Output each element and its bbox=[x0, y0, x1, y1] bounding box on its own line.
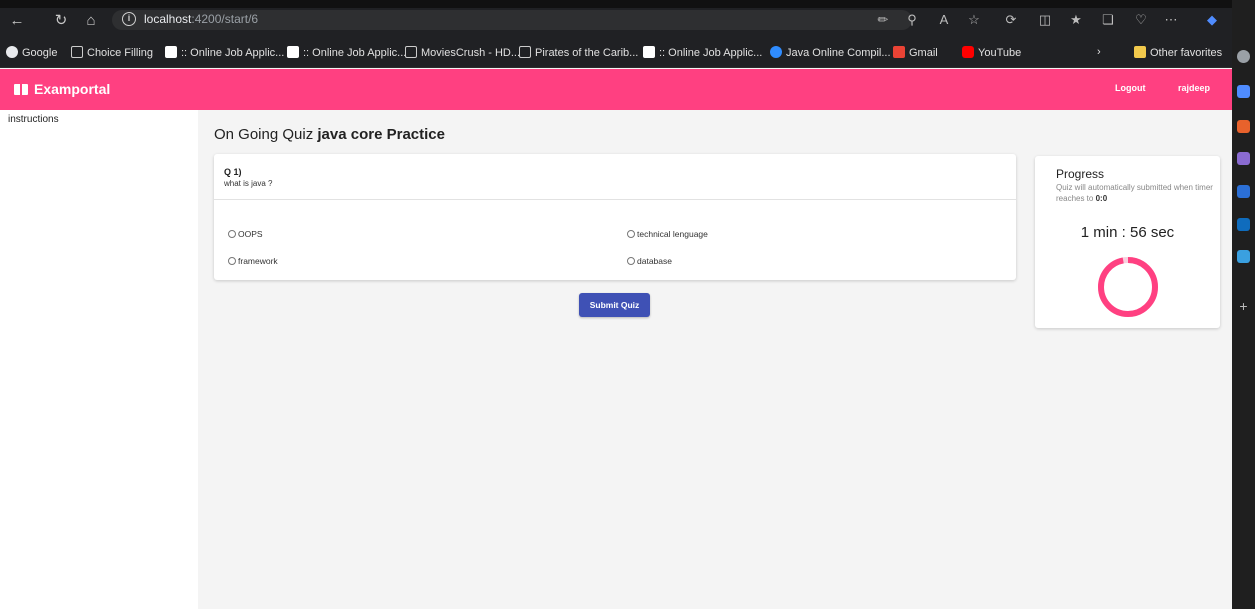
book-icon bbox=[14, 84, 28, 95]
tab-strip bbox=[0, 0, 1232, 8]
java-icon bbox=[770, 46, 782, 58]
question-card: Q 1) what is java ? OOPS technical lengu… bbox=[214, 154, 1016, 280]
radio-icon[interactable] bbox=[228, 257, 236, 265]
read-aloud-icon[interactable]: A bbox=[935, 11, 953, 29]
radio-icon[interactable] bbox=[228, 230, 236, 238]
option-2[interactable]: technical lenguage bbox=[627, 229, 708, 239]
radio-icon[interactable] bbox=[627, 257, 635, 265]
option-4[interactable]: database bbox=[627, 256, 672, 266]
outlook-icon[interactable] bbox=[1237, 218, 1250, 231]
refresh-icon[interactable]: ↻ bbox=[52, 12, 70, 30]
search-icon[interactable] bbox=[1237, 50, 1250, 63]
site-icon bbox=[287, 46, 299, 58]
more-icon[interactable]: ⋯ bbox=[1162, 11, 1180, 29]
timer-text: 1 min : 56 sec bbox=[1080, 224, 1175, 241]
site-info-icon[interactable]: i bbox=[122, 12, 136, 26]
option-3[interactable]: framework bbox=[228, 256, 278, 266]
gmail-icon bbox=[893, 46, 905, 58]
favorites-icon[interactable]: ★ bbox=[1067, 11, 1085, 29]
browser-sidebar: + bbox=[1232, 0, 1255, 609]
bookmarks-bar: Google Choice Filling :: Online Job Appl… bbox=[0, 38, 1232, 68]
bookmark-choice-filling[interactable]: Choice Filling bbox=[71, 46, 153, 59]
url-text[interactable]: localhost:4200/start/6 bbox=[144, 12, 258, 26]
collections-icon[interactable]: ❏ bbox=[1099, 11, 1117, 29]
page-icon bbox=[519, 46, 531, 58]
app-navbar: Examportal Logout rajdeep bbox=[0, 69, 1232, 110]
shopping-icon[interactable] bbox=[1237, 120, 1250, 133]
username-link[interactable]: rajdeep bbox=[1178, 83, 1210, 93]
bookmark-youtube[interactable]: YouTube bbox=[962, 46, 1021, 59]
bookmark-online-job-2[interactable]: :: Online Job Applic... bbox=[287, 46, 406, 59]
quiz-name: java core Practice bbox=[317, 126, 445, 143]
youtube-icon bbox=[962, 46, 974, 58]
health-icon[interactable]: ♡ bbox=[1132, 11, 1150, 29]
chevron-right-icon[interactable]: › bbox=[1097, 46, 1101, 58]
instructions-text: instructions bbox=[8, 114, 59, 125]
telegram-icon[interactable] bbox=[1237, 250, 1250, 263]
bookmark-online-job-1[interactable]: :: Online Job Applic... bbox=[165, 46, 284, 59]
progress-title: Progress bbox=[1056, 167, 1105, 181]
radio-icon[interactable] bbox=[627, 230, 635, 238]
home-icon[interactable]: ⌂ bbox=[82, 12, 100, 30]
bookmark-moviescrush[interactable]: MoviesCrush - HD... bbox=[405, 46, 520, 59]
site-icon bbox=[165, 46, 177, 58]
bookmark-online-job-3[interactable]: :: Online Job Applic... bbox=[643, 46, 762, 59]
option-1[interactable]: OOPS bbox=[228, 229, 263, 239]
page-title: On Going Quiz java core Practice bbox=[214, 126, 445, 143]
bookmark-gmail[interactable]: Gmail bbox=[893, 46, 938, 59]
submit-quiz-button[interactable]: Submit Quiz bbox=[579, 293, 650, 317]
back-icon[interactable]: ← bbox=[8, 12, 26, 30]
bookmark-pirates[interactable]: Pirates of the Carib... bbox=[519, 46, 638, 59]
zoom-icon[interactable]: ⚲ bbox=[903, 11, 921, 29]
instructions-sidebar: instructions bbox=[0, 110, 198, 609]
extensions-icon[interactable]: ⟳ bbox=[1002, 11, 1020, 29]
browser-toolbar: ← ↻ ⌂ i localhost:4200/start/6 ✏ ⚲ A ☆ ⟳… bbox=[0, 0, 1232, 38]
google-icon bbox=[6, 46, 18, 58]
add-icon[interactable]: + bbox=[1237, 299, 1250, 313]
favorite-star-icon[interactable]: ☆ bbox=[965, 11, 983, 29]
question-text: what is java ? bbox=[224, 179, 273, 188]
brand-link[interactable]: Examportal bbox=[14, 81, 110, 97]
progress-arc bbox=[1098, 257, 1158, 317]
progress-card: Progress Quiz will automatically submitt… bbox=[1035, 156, 1220, 328]
logout-link[interactable]: Logout bbox=[1115, 83, 1146, 93]
progress-subtitle: Quiz will automatically submitted when t… bbox=[1056, 183, 1213, 203]
copilot-icon[interactable]: ◆ bbox=[1203, 11, 1221, 29]
tools-icon[interactable] bbox=[1237, 152, 1250, 165]
games-icon[interactable] bbox=[1237, 185, 1250, 198]
split-screen-icon[interactable]: ◫ bbox=[1036, 11, 1054, 29]
page-icon bbox=[71, 46, 83, 58]
divider bbox=[214, 199, 1016, 200]
bookmark-other-favorites[interactable]: Other favorites bbox=[1134, 46, 1222, 59]
bookmark-java-compiler[interactable]: Java Online Compil... bbox=[770, 46, 891, 59]
pen-icon[interactable]: ✏ bbox=[874, 11, 892, 29]
main-content: instructions On Going Quiz java core Pra… bbox=[0, 110, 1232, 609]
site-icon bbox=[643, 46, 655, 58]
folder-icon bbox=[1134, 46, 1146, 58]
question-number: Q 1) bbox=[224, 167, 242, 177]
progress-spinner bbox=[1098, 257, 1158, 317]
bookmark-google[interactable]: Google bbox=[6, 46, 57, 59]
page-icon bbox=[405, 46, 417, 58]
copilot-sidebar-icon[interactable] bbox=[1237, 85, 1250, 98]
